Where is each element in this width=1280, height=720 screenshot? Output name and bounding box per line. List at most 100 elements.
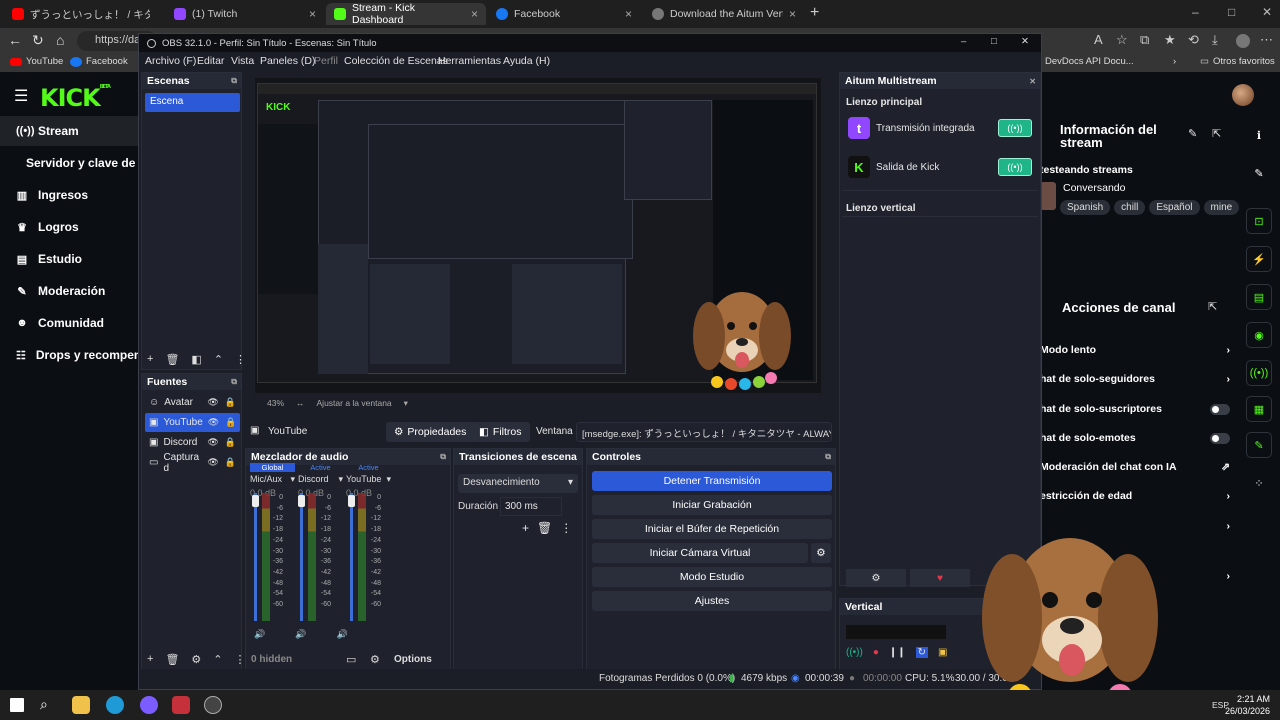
menu-coleccion[interactable]: Colección de Escenas — [344, 55, 448, 67]
bookmark-facebook[interactable]: Facebook — [70, 56, 128, 67]
menu-ayuda[interactable]: Ayuda (H) — [503, 55, 550, 67]
eye-icon[interactable]: 👁 — [207, 437, 218, 448]
apps-icon[interactable]: ⁘ — [1246, 470, 1272, 496]
sidebar-item-drops[interactable]: ☷ Drops y recompensas — [0, 340, 140, 370]
more-icon[interactable]: ⋮ — [235, 353, 246, 366]
user-avatar[interactable] — [1232, 84, 1254, 106]
edge-icon[interactable] — [106, 696, 124, 714]
close-icon[interactable]: ✕ — [1021, 36, 1029, 47]
kick-stream-toggle[interactable]: ((•)) — [998, 158, 1032, 176]
bookmark-youtube[interactable]: YouTube — [10, 56, 63, 67]
trash-icon[interactable]: 🗑 — [537, 521, 552, 535]
bookmark-devdocs[interactable]: DevDocs API Docu... — [1045, 56, 1134, 67]
fader-knob[interactable] — [348, 495, 355, 507]
replay-icon[interactable]: ↻ — [915, 647, 929, 658]
lock-icon[interactable]: 🔒 — [225, 457, 236, 468]
back-icon[interactable]: ← — [8, 32, 22, 48]
menu-perfil[interactable]: Perfil — [314, 55, 338, 67]
chevron-down-icon[interactable]: ▾ — [290, 474, 295, 485]
properties-button[interactable]: ⚙ Propiedades — [386, 422, 475, 442]
dock-float-icon[interactable]: ⧉ — [231, 76, 237, 86]
minimize-icon[interactable]: – — [961, 36, 966, 47]
layout-icon[interactable]: ▭ — [346, 653, 356, 666]
volume-fader[interactable] — [350, 493, 353, 621]
add-icon[interactable]: + — [147, 653, 153, 665]
close-icon[interactable]: × — [471, 7, 478, 21]
filter-icon[interactable]: ◧ — [191, 353, 201, 366]
favorite-star-icon[interactable]: ☆ — [1116, 32, 1128, 48]
tab-facebook[interactable]: Facebook × — [488, 3, 640, 25]
discord-icon[interactable] — [140, 696, 158, 714]
menu-editar[interactable]: Editar — [197, 55, 224, 67]
more-icon[interactable]: ⋮ — [560, 521, 572, 535]
clock[interactable]: 2:21 AM 26/03/2026 — [1225, 693, 1270, 717]
eye-icon[interactable]: 👁 — [207, 397, 218, 408]
new-tab-button[interactable]: + — [810, 4, 819, 22]
profile-avatar[interactable] — [1236, 34, 1250, 48]
pencil-icon[interactable]: ✎ — [1246, 160, 1272, 186]
up-icon[interactable]: ⌃ — [213, 653, 222, 666]
menu-archivo[interactable]: Archivo (F) — [145, 55, 196, 67]
menu-icon[interactable]: ☰ — [14, 86, 28, 106]
tab-twitch[interactable]: (1) Twitch × — [166, 3, 324, 25]
sidebar-item-ingresos[interactable]: ▥ Ingresos — [0, 180, 140, 210]
pause-icon[interactable]: ❙❙ — [889, 647, 906, 658]
popout-icon[interactable]: ⇱ — [1208, 300, 1217, 313]
source-avatar[interactable]: ☺ Avatar 👁 🔒 — [145, 393, 240, 412]
menu-paneles[interactable]: Paneles (D) — [260, 55, 315, 67]
channel-name[interactable]: YouTube — [346, 474, 381, 485]
settings-icon[interactable]: ⚙ — [191, 653, 201, 666]
tab-kick[interactable]: Stream - Kick Dashboard × — [326, 2, 486, 26]
chevron-down-icon[interactable]: ▾ — [338, 474, 343, 485]
panel-icon[interactable]: ▦ — [1246, 396, 1272, 422]
volume-fader[interactable] — [254, 493, 257, 621]
up-icon[interactable]: ⌃ — [214, 353, 223, 366]
download-icon[interactable]: ⤓ — [1212, 32, 1218, 48]
channel-name[interactable]: Discord — [298, 474, 329, 485]
sidebar-item-moderacion[interactable]: ✎ Moderación — [0, 276, 140, 306]
action-slow-mode[interactable]: Modo lento › — [1040, 344, 1230, 356]
extensions-icon[interactable]: ⧉ — [1140, 32, 1149, 48]
source-youtube[interactable]: ▣ YouTube 👁 🔒 — [145, 413, 240, 432]
refresh-icon[interactable]: ↻ — [32, 32, 44, 49]
action-ai-moderation[interactable]: Moderación del chat con IA ⇗ — [1040, 461, 1230, 473]
broadcast-icon[interactable]: ((•)) — [1246, 360, 1272, 386]
tab-aitum[interactable]: Download the Aitum Vertical Plug × — [644, 3, 804, 25]
twitch-stream-toggle[interactable]: ((•)) — [998, 119, 1032, 137]
chat-icon[interactable]: ◉ — [1246, 322, 1272, 348]
read-aloud-icon[interactable]: A — [1094, 32, 1103, 47]
speaker-icon[interactable]: 🔊 — [254, 629, 265, 640]
studio-mode-button[interactable]: Modo Estudio — [592, 567, 832, 587]
lock-icon[interactable]: 🔒 — [225, 397, 236, 408]
minimize-icon[interactable]: – — [1192, 5, 1199, 19]
gear-icon[interactable]: ⚙ — [846, 569, 906, 587]
dock-float-icon[interactable]: ⧉ — [440, 452, 446, 462]
trash-icon[interactable]: 🗑 — [165, 353, 179, 366]
zoom-fit-select[interactable]: Ajustar a la ventana — [317, 398, 392, 408]
zoom-value[interactable]: 43% — [267, 398, 284, 408]
obs-icon[interactable] — [204, 696, 222, 714]
bookmark-other-favorites[interactable]: ▭ Otros favoritos — [1200, 56, 1275, 67]
bolt-icon[interactable]: ⚡ — [1246, 246, 1272, 272]
sidebar-item-estudio[interactable]: ▤ Estudio — [0, 244, 140, 274]
kick-logo[interactable]: KICKBETA — [40, 84, 111, 112]
document-icon[interactable]: ▤ — [1246, 284, 1272, 310]
camera-icon[interactable]: ▣ — [938, 647, 947, 658]
start-recording-button[interactable]: Iniciar Grabación — [592, 495, 832, 515]
fader-knob[interactable] — [252, 495, 259, 507]
transition-select[interactable]: Desvanecimiento ▾ — [458, 474, 578, 493]
duration-input[interactable]: 300 ms — [500, 497, 562, 516]
window-select[interactable]: [msedge.exe]: ずうっといっしょ！ / キタニタツヤ - ALWAY… — [576, 422, 832, 442]
file-explorer-icon[interactable] — [72, 696, 90, 714]
favorites-icon[interactable]: ★ — [1164, 32, 1176, 48]
trash-icon[interactable]: 🗑 — [165, 653, 179, 666]
source-capture[interactable]: ▭ Captura d 👁 🔒 — [145, 452, 240, 474]
sidebar-item-stream[interactable]: ((•)) Stream — [0, 116, 140, 146]
target-icon[interactable]: ⊡ — [1246, 208, 1272, 234]
dock-float-icon[interactable]: ⧉ — [231, 377, 237, 387]
virtual-camera-button[interactable]: Iniciar Cámara Virtual — [592, 543, 808, 563]
menu-herramientas[interactable]: Herramientas — [438, 55, 501, 67]
sidebar-item-comunidad[interactable]: ☻ Comunidad — [0, 308, 140, 338]
menu-vista[interactable]: Vista — [231, 55, 254, 67]
sidebar-item-logros[interactable]: ♛ Logros — [0, 212, 140, 242]
